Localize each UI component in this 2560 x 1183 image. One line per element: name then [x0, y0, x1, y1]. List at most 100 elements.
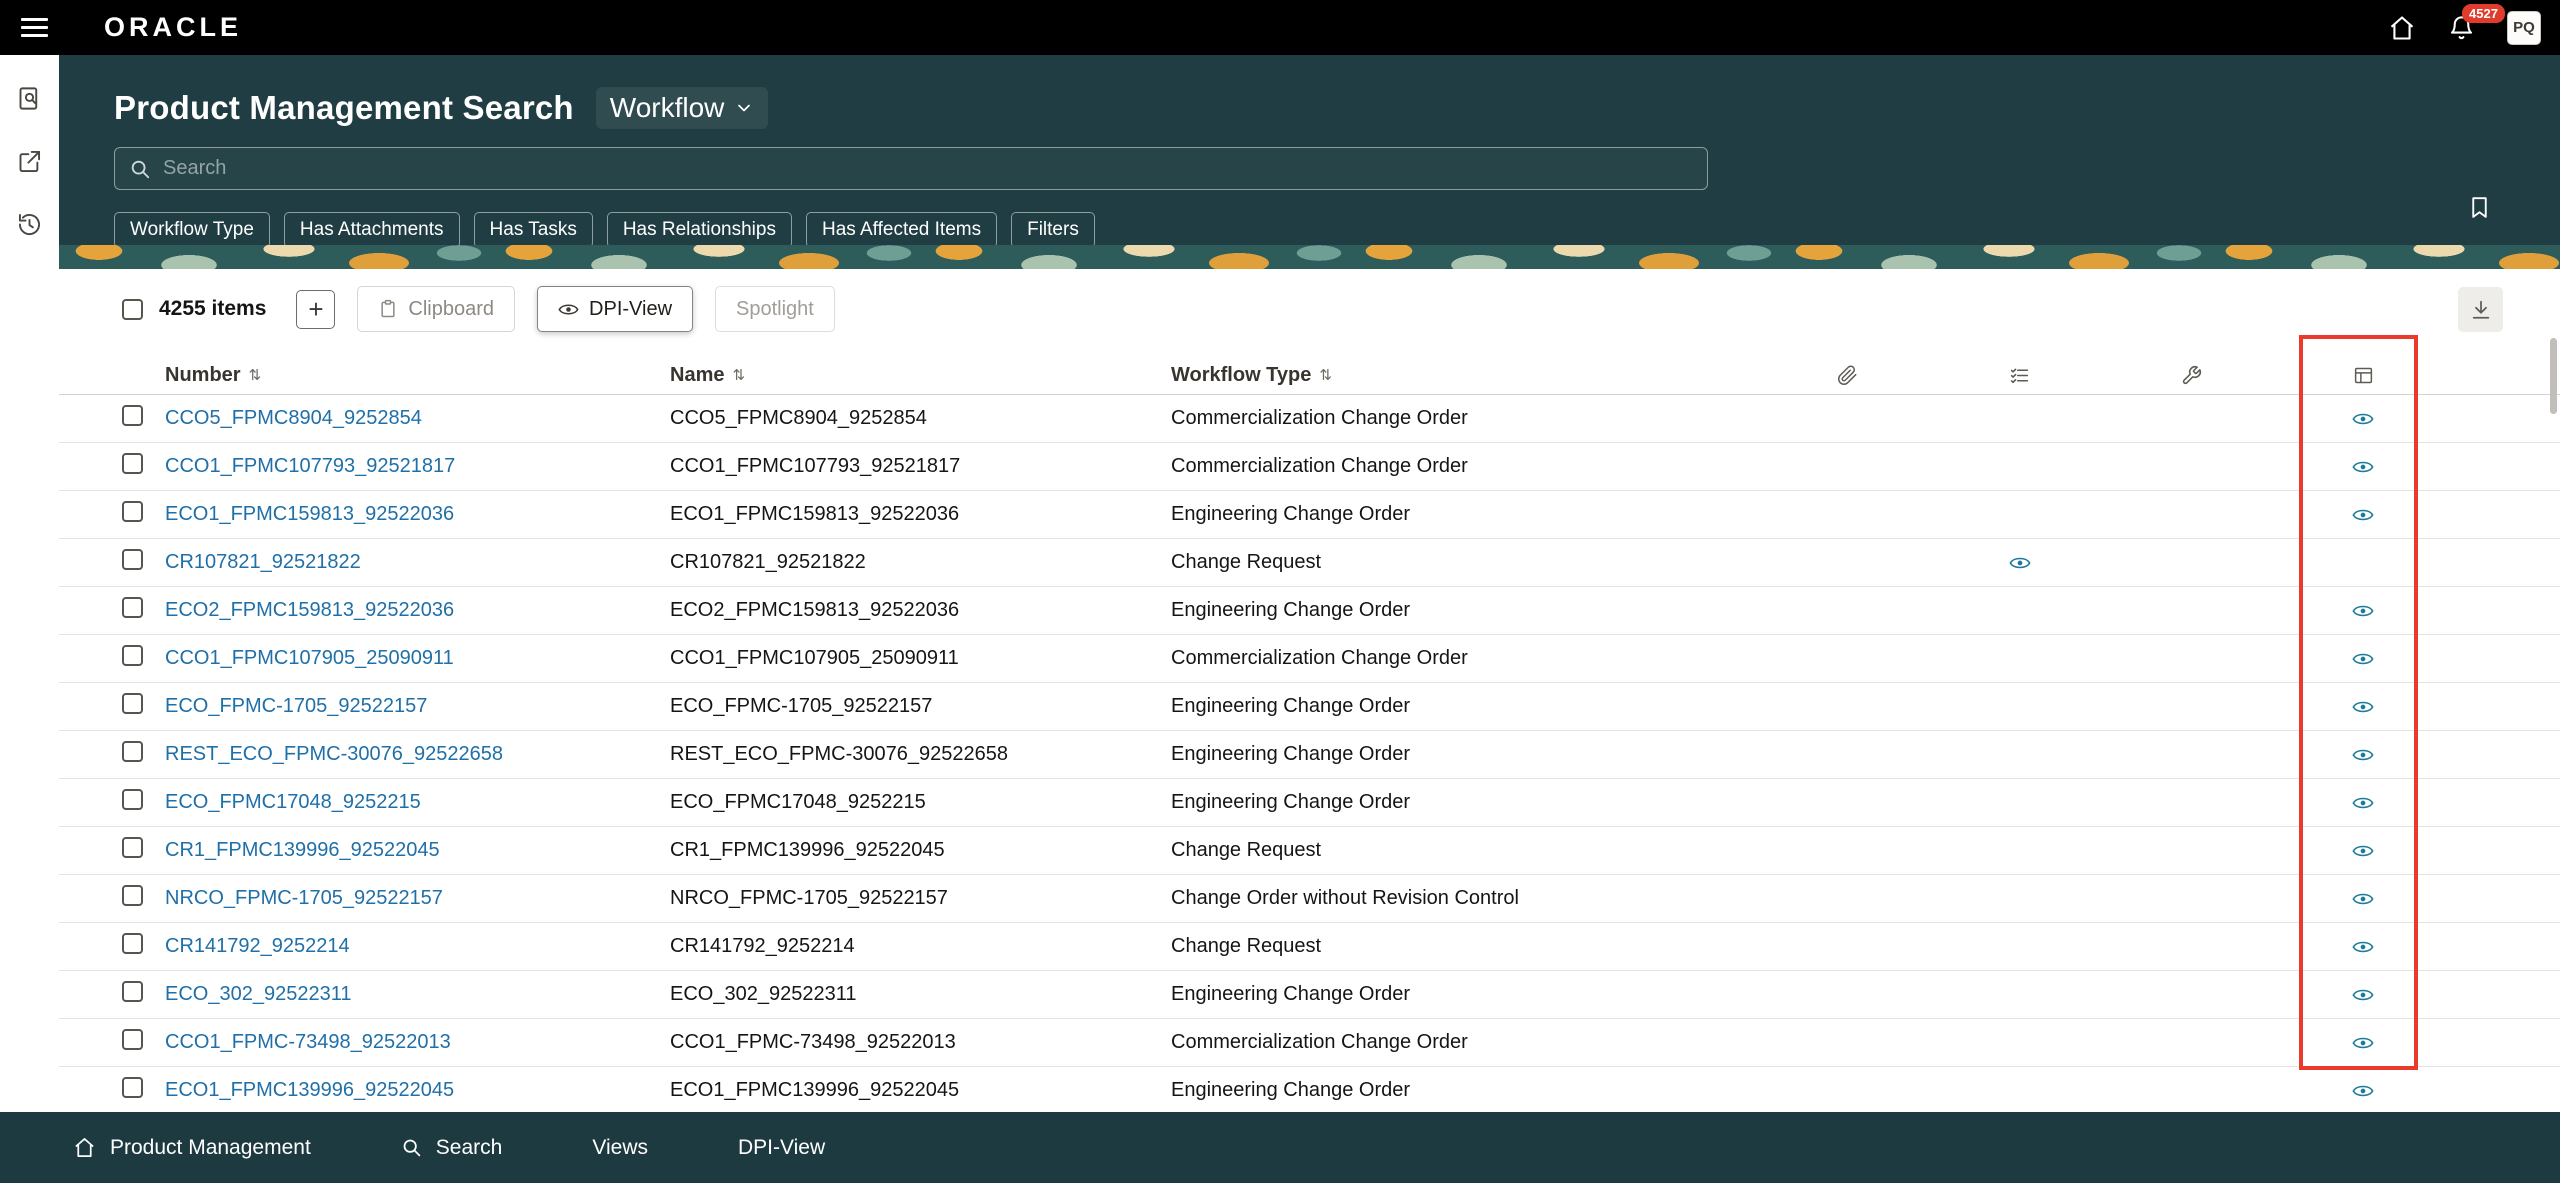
filter-chip-has-attachments[interactable]: Has Attachments [284, 212, 460, 248]
view-dpi-eye-icon[interactable] [2352, 456, 2374, 478]
clipboard-button[interactable]: Clipboard [357, 286, 515, 332]
view-dpi-eye-icon[interactable] [2352, 1080, 2374, 1102]
export-icon[interactable] [16, 148, 43, 175]
search-bar [114, 147, 1708, 190]
row-checkbox[interactable] [122, 645, 143, 666]
view-dpi-eye-icon[interactable] [2352, 600, 2374, 622]
sort-icon[interactable]: ⇅ [1319, 366, 1332, 384]
view-dpi-eye-icon[interactable] [2352, 840, 2374, 862]
dpi-eye-cell [2277, 696, 2449, 718]
view-dpi-eye-icon[interactable] [2352, 984, 2374, 1006]
view-dpi-eye-icon[interactable] [2352, 648, 2374, 670]
notifications-bell-icon[interactable]: 4527 [2448, 14, 2475, 41]
search-icon [129, 158, 151, 180]
column-header-actions[interactable] [2106, 365, 2277, 386]
clipboard-icon [378, 299, 398, 319]
row-number-link[interactable]: REST_ECO_FPMC-30076_92522658 [165, 743, 503, 765]
row-workflow-type: Change Order without Revision Control [1171, 887, 1761, 910]
bookmark-icon[interactable] [2467, 195, 2492, 220]
hamburger-icon[interactable] [21, 13, 48, 42]
row-number-link[interactable]: ECO_FPMC17048_9252215 [165, 791, 421, 813]
user-avatar[interactable]: PQ [2507, 11, 2541, 45]
sort-icon[interactable]: ⇅ [732, 366, 745, 384]
row-number-link[interactable]: CCO1_FPMC107905_25090911 [165, 647, 454, 669]
row-checkbox[interactable] [122, 1029, 143, 1050]
scope-selector-label: Workflow [610, 92, 725, 124]
row-number-link[interactable]: CCO1_FPMC107793_92521817 [165, 455, 455, 477]
row-checkbox[interactable] [122, 933, 143, 954]
bottombar-item-label: Search [436, 1136, 503, 1160]
column-header-name[interactable]: Name⇅ [670, 364, 1171, 387]
column-header-workflow-type[interactable]: Workflow Type⇅ [1171, 364, 1761, 387]
view-dpi-eye-icon[interactable] [2352, 696, 2374, 718]
bottombar-item-views[interactable]: Views [592, 1136, 648, 1160]
view-dpi-eye-icon[interactable] [2352, 744, 2374, 766]
row-checkbox[interactable] [122, 405, 143, 426]
filter-chip-has-tasks[interactable]: Has Tasks [474, 212, 593, 248]
oracle-logo: ORACLE [104, 12, 242, 43]
bottombar-item-search[interactable]: Search [401, 1136, 503, 1160]
filter-chip-has-relationships[interactable]: Has Relationships [607, 212, 792, 248]
bottombar-item-product-management[interactable]: Product Management [73, 1136, 311, 1160]
dpi-eye-cell [2277, 840, 2449, 862]
saved-search-icon[interactable] [16, 85, 43, 112]
row-checkbox[interactable] [122, 789, 143, 810]
row-checkbox[interactable] [122, 885, 143, 906]
dpi-eye-cell [2277, 504, 2449, 526]
view-dpi-eye-icon[interactable] [2352, 1032, 2374, 1054]
filter-chip-workflow-type[interactable]: Workflow Type [114, 212, 270, 248]
dpi-eye-cell [2277, 744, 2449, 766]
column-header-tasks[interactable] [1933, 365, 2106, 386]
row-checkbox[interactable] [122, 981, 143, 1002]
row-number-link[interactable]: CCO5_FPMC8904_9252854 [165, 407, 422, 429]
row-checkbox[interactable] [122, 837, 143, 858]
add-button[interactable]: + [296, 290, 335, 329]
row-number-link[interactable]: ECO2_FPMC159813_92522036 [165, 599, 454, 621]
row-name: CCO1_FPMC107905_25090911 [670, 647, 1171, 670]
home-icon[interactable] [2388, 14, 2416, 42]
row-number-link[interactable]: ECO_302_92522311 [165, 983, 351, 1005]
column-header-dpi-view[interactable] [2277, 365, 2449, 386]
view-dpi-eye-icon[interactable] [2352, 888, 2374, 910]
select-all-checkbox[interactable] [122, 299, 143, 320]
spotlight-button[interactable]: Spotlight [715, 286, 835, 332]
row-checkbox[interactable] [122, 597, 143, 618]
sort-icon[interactable]: ⇅ [249, 366, 262, 384]
row-number-link[interactable]: CR1_FPMC139996_92522045 [165, 839, 440, 861]
list-check-icon [2009, 365, 2030, 386]
view-dpi-eye-icon[interactable] [2352, 792, 2374, 814]
vertical-scrollbar-thumb[interactable] [2550, 338, 2557, 414]
row-checkbox[interactable] [122, 741, 143, 762]
column-header-number[interactable]: Number⇅ [165, 364, 670, 387]
row-name: ECO_302_92522311 [670, 983, 1171, 1006]
row-number-link[interactable]: CCO1_FPMC-73498_92522013 [165, 1031, 451, 1053]
row-number-link[interactable]: ECO_FPMC-1705_92522157 [165, 695, 427, 717]
view-dpi-eye-icon[interactable] [2352, 408, 2374, 430]
dpi-view-button[interactable]: DPI-View [537, 286, 693, 332]
view-tasks-eye-icon[interactable] [2009, 552, 2031, 574]
row-checkbox[interactable] [122, 1077, 143, 1098]
row-checkbox[interactable] [122, 693, 143, 714]
history-icon[interactable] [16, 211, 43, 238]
filter-chip-filters[interactable]: Filters [1011, 212, 1095, 248]
row-number-link[interactable]: NRCO_FPMC-1705_92522157 [165, 887, 443, 909]
row-number-link[interactable]: CR141792_9252214 [165, 935, 350, 957]
filter-chip-has-affected-items[interactable]: Has Affected Items [806, 212, 997, 248]
view-dpi-eye-icon[interactable] [2352, 936, 2374, 958]
row-checkbox[interactable] [122, 501, 143, 522]
row-number-link[interactable]: CR107821_92521822 [165, 551, 361, 573]
row-number-link[interactable]: ECO1_FPMC139996_92522045 [165, 1079, 454, 1101]
row-name: REST_ECO_FPMC-30076_92522658 [670, 743, 1171, 766]
view-dpi-eye-icon[interactable] [2352, 504, 2374, 526]
row-workflow-type: Commercialization Change Order [1171, 407, 1761, 430]
download-button[interactable] [2458, 287, 2503, 332]
scope-selector[interactable]: Workflow [596, 87, 769, 129]
bottombar-item-dpi-view[interactable]: DPI-View [738, 1136, 825, 1160]
table-row: CCO1_FPMC-73498_92522013 CCO1_FPMC-73498… [59, 1019, 2560, 1067]
column-header-attachments[interactable] [1761, 365, 1933, 386]
row-number-link[interactable]: ECO1_FPMC159813_92522036 [165, 503, 454, 525]
row-checkbox[interactable] [122, 549, 143, 570]
table-row: ECO_FPMC17048_9252215 ECO_FPMC17048_9252… [59, 779, 2560, 827]
row-checkbox[interactable] [122, 453, 143, 474]
search-input[interactable] [163, 157, 1693, 180]
